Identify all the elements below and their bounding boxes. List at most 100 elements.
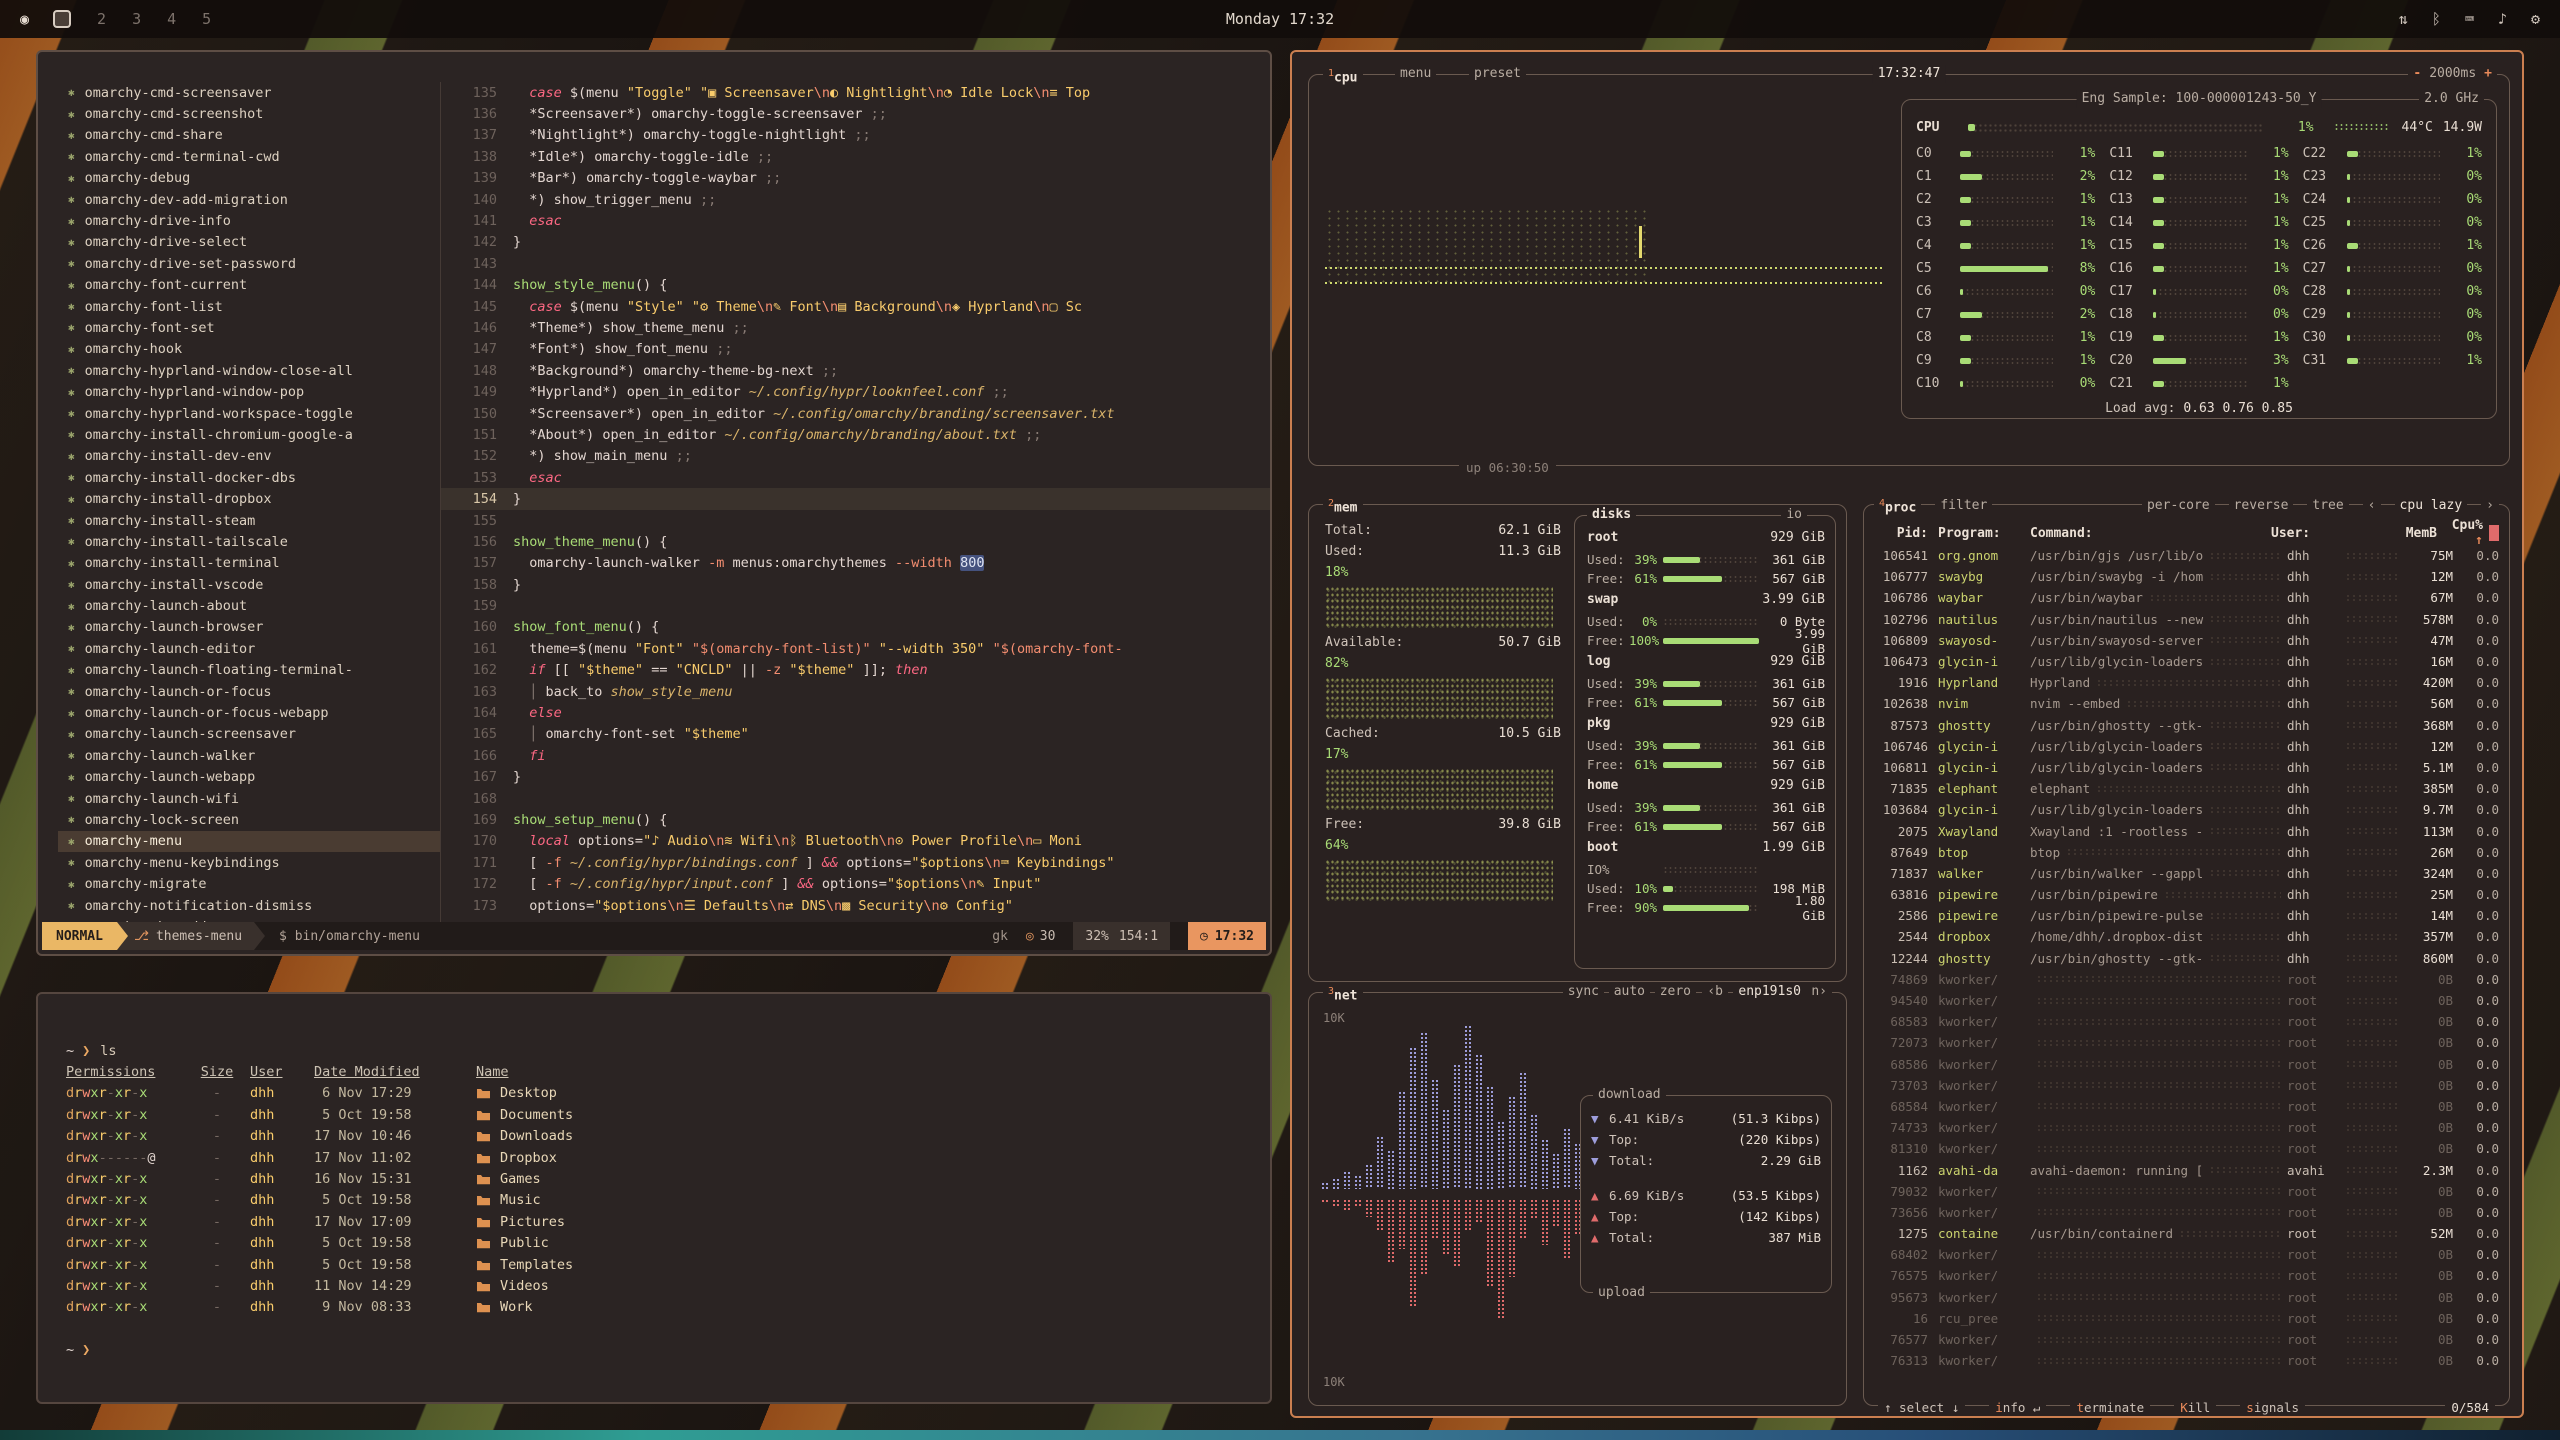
file-item[interactable]: ✱omarchy-debug	[58, 168, 440, 189]
process-row[interactable]: 87649btopbtopdhh26M0.0	[1876, 842, 2499, 863]
screencast-icon[interactable]: ⇅	[2399, 10, 2408, 28]
code-line[interactable]: 136 *Screensaver*) omarchy-toggle-screen…	[441, 103, 1270, 124]
menu-button[interactable]: menu	[1395, 65, 1436, 83]
process-row[interactable]: 68402kworker/root0B0.0	[1876, 1244, 2499, 1265]
file-item[interactable]: ✱omarchy-launch-or-focus-webapp	[58, 702, 440, 723]
file-item[interactable]: ✱omarchy-menu-keybindings	[58, 852, 440, 873]
file-item[interactable]: ✱omarchy-notification-dismiss	[58, 895, 440, 916]
process-row[interactable]: 76575kworker/root0B0.0	[1876, 1265, 2499, 1286]
iface-next-button[interactable]: n›	[1806, 983, 1832, 1001]
code-line[interactable]: 160show_font_menu() {	[441, 617, 1270, 638]
scrollbar-thumb[interactable]	[2489, 525, 2499, 541]
file-item[interactable]: ✱omarchy-cmd-screenshot	[58, 103, 440, 124]
process-row[interactable]: 106746glycin-i/usr/lib/glycin-loadersdhh…	[1876, 736, 2499, 757]
file-item[interactable]: ✱omarchy-install-tailscale	[58, 531, 440, 552]
proc-footer-button[interactable]: Kill	[2174, 1400, 2216, 1415]
file-item[interactable]: ✱omarchy-cmd-share	[58, 125, 440, 146]
tree-button[interactable]: tree	[2307, 497, 2348, 515]
process-row[interactable]: 73656kworker/root0B0.0	[1876, 1202, 2499, 1223]
file-item[interactable]: ✱omarchy-migrate	[58, 873, 440, 894]
process-row[interactable]: 103684glycin-i/usr/lib/glycin-loadersdhh…	[1876, 799, 2499, 820]
process-row[interactable]: 2544dropbox/home/dhh/.dropbox-distdhh357…	[1876, 926, 2499, 947]
code-line[interactable]: 169show_setup_menu() {	[441, 809, 1270, 830]
code-line[interactable]: 156show_theme_menu() {	[441, 531, 1270, 552]
code-line[interactable]: 147 *Font*) show_font_menu ;;	[441, 339, 1270, 360]
process-row[interactable]: 87573ghostty/usr/bin/ghostty --gtk-dhh36…	[1876, 715, 2499, 736]
net-auto-button[interactable]: auto	[1609, 983, 1650, 1001]
bluetooth-icon[interactable]: ᛒ	[2432, 10, 2441, 28]
settings-icon[interactable]: ⚙	[2531, 10, 2540, 28]
code-line[interactable]: 157 omarchy-launch-walker -m menus:omarc…	[441, 553, 1270, 574]
process-row[interactable]: 74869kworker/root0B0.0	[1876, 969, 2499, 990]
net-box-title[interactable]: 3net	[1323, 983, 1363, 1005]
omarchy-logo-icon[interactable]: ◉	[20, 10, 29, 28]
code-line[interactable]: 165 │ omarchy-font-set "$theme"	[441, 724, 1270, 745]
code-line[interactable]: 162 if [[ "$theme" == "CNCLD" || -z "$th…	[441, 660, 1270, 681]
code-line[interactable]: 170 local options="♪ Audio\n≋ Wifi\nᛒ Bl…	[441, 831, 1270, 852]
column-user[interactable]: User:	[2271, 526, 2325, 541]
proc-footer-button[interactable]: info ↵	[1989, 1400, 2046, 1415]
column-cpu[interactable]: Cpu% ↑	[2437, 518, 2483, 548]
column-program[interactable]: Program:	[1938, 526, 2030, 541]
file-item[interactable]: ✱omarchy-launch-wifi	[58, 788, 440, 809]
process-row[interactable]: 72073kworker/root0B0.0	[1876, 1032, 2499, 1053]
file-item[interactable]: ✱omarchy-launch-screensaver	[58, 724, 440, 745]
process-row[interactable]: 1275containe/usr/bin/containerdroot52M0.…	[1876, 1223, 2499, 1244]
process-row[interactable]: 95673kworker/root0B0.0	[1876, 1287, 2499, 1308]
column-pid[interactable]: Pid:	[1876, 526, 1938, 541]
process-row[interactable]: 68586kworker/root0B0.0	[1876, 1054, 2499, 1075]
file-item[interactable]: ✱omarchy-dev-add-migration	[58, 189, 440, 210]
io-mode-button[interactable]: io	[1781, 506, 1807, 524]
process-row[interactable]: 106811glycin-i/usr/lib/glycin-loadersdhh…	[1876, 757, 2499, 778]
workspace-button-2[interactable]: 2	[95, 10, 108, 28]
workspace-button-3[interactable]: 3	[130, 10, 143, 28]
process-row[interactable]: 68583kworker/root0B0.0	[1876, 1011, 2499, 1032]
net-sync-button[interactable]: sync	[1563, 983, 1604, 1001]
code-line[interactable]: 144show_style_menu() {	[441, 275, 1270, 296]
proc-footer-button[interactable]: signals	[2240, 1400, 2305, 1415]
file-item[interactable]: ✱omarchy-launch-floating-terminal-	[58, 660, 440, 681]
process-row[interactable]: 1916HyprlandHyprlanddhh420M0.0	[1876, 672, 2499, 693]
file-item[interactable]: ✱omarchy-install-steam	[58, 510, 440, 531]
file-item[interactable]: ✱omarchy-drive-select	[58, 232, 440, 253]
file-item[interactable]: ✱omarchy-launch-about	[58, 595, 440, 616]
code-line[interactable]: 145 case $(menu "Style" "⚙ Theme\n✎ Font…	[441, 296, 1270, 317]
file-item[interactable]: ✱omarchy-drive-set-password	[58, 253, 440, 274]
column-memory[interactable]: MemB	[2385, 526, 2437, 541]
file-item[interactable]: ✱omarchy-hyprland-workspace-toggle	[58, 403, 440, 424]
process-row[interactable]: 16rcu_preeroot0B0.0	[1876, 1308, 2499, 1329]
file-item[interactable]: ✱omarchy-font-set	[58, 317, 440, 338]
process-row[interactable]: 74733kworker/root0B0.0	[1876, 1117, 2499, 1138]
shell-prompt-line[interactable]: ~ ❯	[66, 1339, 1244, 1360]
code-line[interactable]: 158}	[441, 574, 1270, 595]
code-line[interactable]: 155	[441, 510, 1270, 531]
file-item[interactable]: ✱omarchy-cmd-terminal-cwd	[58, 146, 440, 167]
interval-decrease-button[interactable]: -	[2413, 65, 2421, 83]
file-item[interactable]: ✱omarchy-font-list	[58, 296, 440, 317]
file-item[interactable]: ✱omarchy-hook	[58, 339, 440, 360]
code-line[interactable]: 141 esac	[441, 210, 1270, 231]
file-item[interactable]: ✱omarchy-install-dev-env	[58, 446, 440, 467]
file-item[interactable]: ✱omarchy-launch-walker	[58, 745, 440, 766]
reverse-button[interactable]: reverse	[2229, 497, 2294, 515]
column-command[interactable]: Command:	[2030, 526, 2271, 541]
process-row[interactable]: 71835elephantelephantdhh385M0.0	[1876, 778, 2499, 799]
file-item[interactable]: ✱omarchy-cmd-screensaver	[58, 82, 440, 103]
process-row[interactable]: 63816pipewire/usr/bin/pipewiredhh25M0.0	[1876, 884, 2499, 905]
proc-footer-button[interactable]: terminate	[2070, 1400, 2150, 1415]
code-line[interactable]: 173 options="$options\n☰ Defaults\n⇄ DNS…	[441, 895, 1270, 916]
workspace-button-4[interactable]: 4	[165, 10, 178, 28]
process-row[interactable]: 73703kworker/root0B0.0	[1876, 1075, 2499, 1096]
process-row[interactable]: 106541org.gnom/usr/bin/gjs /usr/lib/odhh…	[1876, 545, 2499, 566]
file-item[interactable]: ✱omarchy-hyprland-window-pop	[58, 381, 440, 402]
keyboard-icon[interactable]: ⌨	[2465, 10, 2474, 28]
code-line[interactable]: 149 *Hyprland*) open_in_editor ~/.config…	[441, 381, 1270, 402]
code-line[interactable]: 153 esac	[441, 467, 1270, 488]
process-row[interactable]: 106473glycin-i/usr/lib/glycin-loadersdhh…	[1876, 651, 2499, 672]
code-line[interactable]: 166 fi	[441, 745, 1270, 766]
process-row[interactable]: 102638nvimnvim --embeddhh56M0.0	[1876, 693, 2499, 714]
process-row[interactable]: 79032kworker/root0B0.0	[1876, 1181, 2499, 1202]
file-item[interactable]: ✱omarchy-launch-browser	[58, 617, 440, 638]
process-row[interactable]: 106809swayosd-/usr/bin/swayosd-serverdhh…	[1876, 630, 2499, 651]
code-line[interactable]: 152 *) show_main_menu ;;	[441, 446, 1270, 467]
